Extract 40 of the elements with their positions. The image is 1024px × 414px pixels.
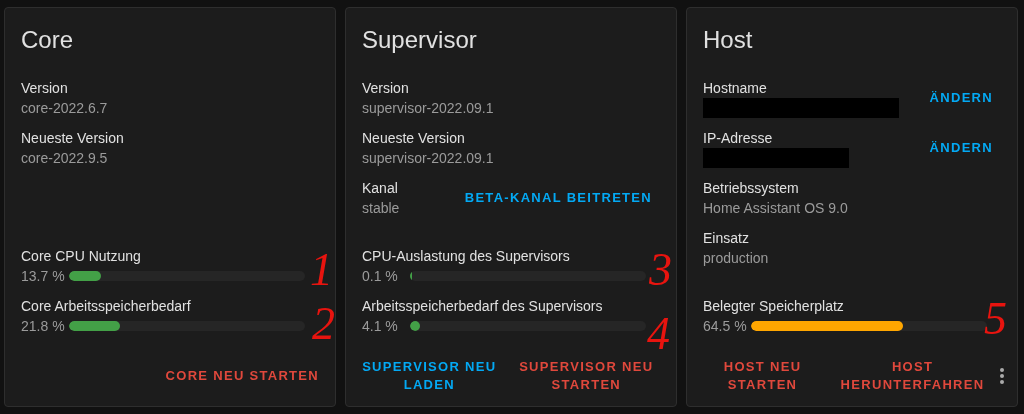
info-value: supervisor-2022.09.1 xyxy=(362,99,494,118)
info-label: Einsatz xyxy=(703,229,749,248)
meter-reading: 64.5 % xyxy=(703,317,748,336)
info-value: stable xyxy=(362,199,400,218)
info-label: Neueste Version xyxy=(21,129,124,148)
meter-reading: 13.7 % xyxy=(21,267,66,286)
card-title: Supervisor xyxy=(362,25,477,55)
info-label: Kanal xyxy=(362,179,398,198)
action-link[interactable]: ÄNDERN xyxy=(921,135,1001,161)
info-label: Version xyxy=(362,79,409,98)
handwritten-number: 2 xyxy=(312,298,335,350)
info-value: core-2022.9.5 xyxy=(21,149,108,168)
info-label: IP-Adresse xyxy=(703,129,773,148)
card-title: Core xyxy=(21,25,74,55)
action-button[interactable]: HOST HERUNTERFAHREN xyxy=(830,354,995,398)
meter-reading: 0.1 % xyxy=(362,267,399,286)
action-button[interactable]: SUPERVISOR NEU LADEN xyxy=(354,354,505,398)
meter-label: CPU-Auslastung des Supervisors xyxy=(362,247,571,266)
meter-reading: 4.1 % xyxy=(362,317,399,336)
info-label: Hostname xyxy=(703,79,767,98)
meter-label: Arbeitsspeicherbedarf des Supervisors xyxy=(362,297,604,316)
action-link[interactable]: ÄNDERN xyxy=(921,85,1001,111)
info-value: supervisor-2022.09.1 xyxy=(362,149,494,168)
meter-label: Core Arbeitsspeicherbedarf xyxy=(21,297,192,316)
info-label: Betriebssystem xyxy=(703,179,799,198)
meter-label: Core CPU Nutzung xyxy=(21,247,142,266)
meter-label: Belegter Speicherplatz xyxy=(703,297,845,316)
info-value: Home Assistant OS 9.0 xyxy=(703,199,848,218)
handwritten-number: 3 xyxy=(649,244,672,296)
handwritten-number: 5 xyxy=(984,293,1007,345)
action-button[interactable]: CORE NEU STARTEN xyxy=(157,363,327,389)
card-title: Host xyxy=(703,25,753,55)
info-label: Neueste Version xyxy=(362,129,465,148)
info-label: Version xyxy=(21,79,68,98)
info-value: production xyxy=(703,249,769,268)
info-value: core-2022.6.7 xyxy=(21,99,108,118)
action-link[interactable]: BETA-KANAL BEITRETEN xyxy=(456,185,660,211)
handwritten-number: 1 xyxy=(310,244,333,296)
action-button[interactable]: HOST NEU STARTEN xyxy=(695,354,831,398)
meter-reading: 21.8 % xyxy=(21,317,66,336)
